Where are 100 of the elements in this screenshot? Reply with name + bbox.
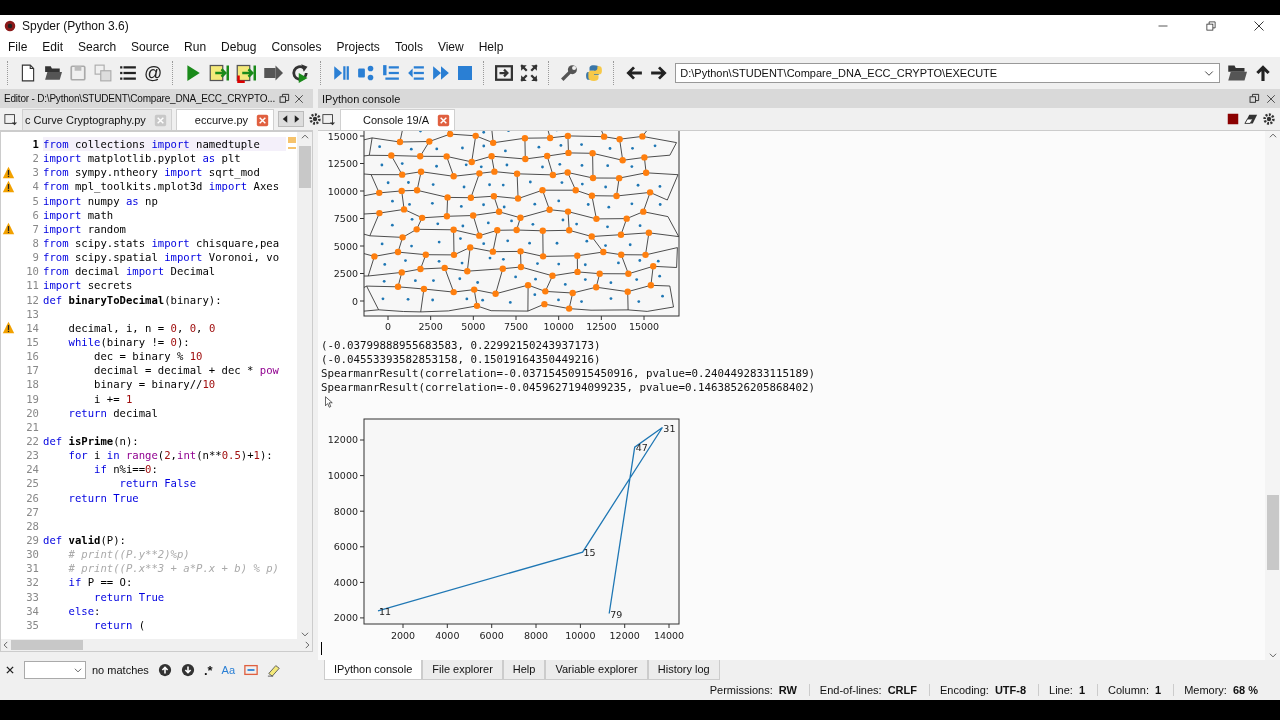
restore-icon[interactable] — [1205, 20, 1217, 32]
new-file-icon[interactable] — [19, 64, 37, 82]
tick-label: 0 — [351, 295, 358, 307]
tick-label: 15000 — [327, 131, 358, 142]
line-number: 7 — [31, 222, 39, 235]
browse-tabs-icon[interactable] — [4, 112, 18, 126]
nodes-icon[interactable] — [357, 64, 376, 82]
gear-icon[interactable] — [1262, 112, 1276, 126]
list-icon[interactable] — [119, 64, 137, 82]
status-label: Memory: — [1184, 684, 1227, 696]
tab-close-icon[interactable] — [256, 113, 270, 127]
directory-field[interactable]: D:\Python\STUDENT\Compare_DNA_ECC_CRYPTO\EXECUTE — [675, 63, 1220, 83]
code-line: from mpl_toolkits.mplot3d import Axes — [43, 180, 279, 193]
line-number: 12 — [25, 293, 39, 306]
tick-label: 10000 — [327, 185, 358, 197]
line-number: 30 — [25, 548, 39, 561]
scroll-up-icon[interactable] — [299, 132, 310, 142]
undock-icon[interactable] — [279, 93, 290, 104]
run-cell-advance-icon[interactable] — [236, 63, 257, 83]
scrollbar[interactable] — [1265, 131, 1280, 660]
scrollbar-thumb[interactable] — [298, 146, 311, 188]
tab-close-icon[interactable] — [437, 113, 451, 127]
code-line: decimal = decimal + dec * pow — [93, 364, 279, 377]
maximize-icon[interactable] — [495, 64, 514, 82]
find-previous-icon[interactable] — [157, 663, 172, 677]
pane-title: Editor - D:\Python\STUDENT\Compare_DNA_ECC_CRYPTO... — [4, 93, 275, 104]
line-number: 13 — [25, 307, 39, 320]
fullscreen-icon[interactable] — [520, 64, 539, 82]
search-field[interactable] — [24, 661, 86, 679]
forward-arrow-icon[interactable] — [650, 64, 669, 82]
undock-icon[interactable] — [1249, 93, 1260, 104]
scrollbar-thumb[interactable] — [11, 640, 83, 650]
fast-forward-icon[interactable] — [432, 64, 451, 82]
menu-item[interactable]: Debug — [214, 40, 264, 54]
line-number: 27 — [25, 505, 39, 518]
stop-icon[interactable] — [1226, 112, 1240, 126]
status-label: Encoding: — [939, 684, 989, 696]
menu-item[interactable]: Consoles — [264, 40, 329, 54]
tick-label: 5000 — [333, 240, 358, 252]
menu-item[interactable]: File — [1, 40, 35, 54]
close-icon[interactable] — [1253, 20, 1265, 32]
scroll-down-icon[interactable] — [1267, 650, 1278, 660]
scroll-down-icon[interactable] — [299, 629, 310, 639]
run-selection-icon[interactable] — [263, 63, 284, 83]
scroll-up-icon[interactable] — [1267, 131, 1278, 141]
back-arrow-icon[interactable] — [625, 64, 644, 82]
output-line: (-0.04553393582853158, 0.15019164350449216) — [321, 353, 602, 367]
point-label: 15 — [583, 547, 596, 559]
wrench-icon[interactable] — [560, 64, 579, 82]
folder-icon[interactable] — [1227, 63, 1247, 83]
pane-tab[interactable]: Variable explorer — [545, 660, 648, 680]
line-number: 14 — [25, 321, 39, 334]
line-number: 28 — [25, 519, 39, 532]
menu-item[interactable]: View — [430, 40, 471, 54]
find-next-icon[interactable] — [180, 663, 195, 677]
python-logo-icon[interactable] — [585, 64, 604, 82]
gear-icon[interactable] — [308, 112, 323, 126]
menu-item[interactable]: Projects — [329, 40, 387, 54]
rerun-icon[interactable] — [290, 63, 311, 83]
pane-tab[interactable]: History log — [647, 660, 720, 680]
scrollbar[interactable] — [297, 132, 312, 639]
code-line: def isPrime(n): — [43, 434, 139, 447]
run-cell-icon[interactable] — [209, 63, 230, 83]
scrollbar-thumb[interactable] — [1266, 495, 1279, 570]
at-sign-button[interactable]: @ — [144, 64, 163, 82]
file-tab[interactable]: c Curve Cryptography.py — [22, 109, 172, 130]
tick-label: 8000 — [333, 505, 358, 517]
code-line: import random — [43, 222, 126, 235]
status-label: Column: — [1108, 684, 1149, 696]
pane-tab[interactable]: Help — [502, 660, 546, 680]
eraser-icon[interactable] — [1244, 112, 1258, 126]
pane-tab[interactable]: IPython console — [324, 660, 423, 680]
close-icon[interactable] — [5, 665, 15, 675]
code-line: return decimal — [67, 406, 158, 419]
menu-item[interactable]: Edit — [35, 40, 71, 54]
line-number: 16 — [25, 350, 39, 363]
menu-item[interactable]: Search — [71, 40, 124, 54]
menu-item[interactable]: Source — [124, 40, 177, 54]
highlight-icon[interactable] — [267, 663, 281, 677]
line-number: 2 — [31, 152, 39, 165]
whole-word-icon[interactable] — [244, 663, 258, 677]
regex-toggle[interactable]: .* — [203, 662, 213, 678]
tick-label: 10000 — [327, 470, 358, 482]
menu-item[interactable]: Help — [471, 40, 511, 54]
console-tab[interactable]: Console 19/A — [340, 109, 456, 130]
menu-item[interactable]: Run — [177, 40, 214, 54]
indent-lines-icon[interactable] — [382, 64, 401, 82]
tick-label: 2000 — [390, 630, 416, 641]
pane-tab[interactable]: File explorer — [422, 660, 503, 680]
menu-item[interactable]: Tools — [387, 40, 430, 54]
play-bar-icon[interactable] — [332, 64, 351, 82]
code-line: if P == O: — [67, 576, 133, 589]
up-arrow-icon[interactable] — [1254, 64, 1272, 82]
file-tab[interactable]: eccurve.py — [175, 109, 275, 130]
browse-tabs-icon[interactable] — [322, 112, 336, 126]
scrollbar[interactable] — [1, 639, 312, 651]
return-lines-icon[interactable] — [407, 64, 426, 82]
stop-icon[interactable] — [457, 65, 474, 81]
folder-icon[interactable] — [44, 64, 62, 82]
case-toggle[interactable]: Aa — [221, 664, 235, 676]
